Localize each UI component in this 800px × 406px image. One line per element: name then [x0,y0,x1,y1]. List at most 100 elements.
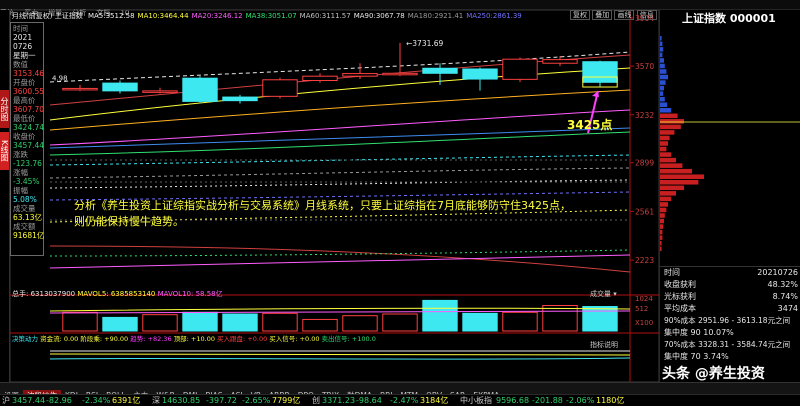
chip-bar [660,113,678,119]
top-menu-bar: 系统 买卖 增量 分析 文档 10 [0,0,800,17]
indicator-line [49,353,631,356]
chip-bar [660,96,665,102]
chip-bar [660,207,667,213]
rp-cursor-profit-row: 光标获利 8.74% [664,292,798,301]
candle-body [262,79,298,97]
tab-intraday[interactable]: 分时图 [0,90,9,128]
volume-bar [582,306,618,332]
chip-bar [660,185,684,191]
left-tab-strip: 分时图 K线图 [0,10,10,382]
candle-body [302,75,338,82]
header-buttons: 复权 叠加 画线 信息 [570,10,657,20]
ma-line-4 [49,109,631,146]
volume-axis-tick: X100 [635,319,653,327]
volume-bar [222,313,258,332]
chip-bar [660,229,663,235]
candle-body [182,77,218,102]
status-item-10: 创 [312,396,320,405]
status-item-3: -2.34% [82,396,111,405]
main-chart[interactable]: 390435703232289925612223 ←3731.69 4.98 总… [10,10,659,382]
chip-bar [660,196,672,202]
candle-body [222,96,258,102]
volume-bar [342,315,378,332]
candle-body [142,90,178,93]
volume-value: 63.13亿 [13,213,42,222]
draw-line-button[interactable]: 画线 [614,10,635,20]
candle-body [422,67,458,74]
chip-bar [660,224,664,229]
status-item-13: -2.47% [390,396,419,405]
status-item-6: 14630.85 [162,396,201,405]
candle-body [342,73,378,77]
volume-bar [262,312,298,332]
high-label: 最高价 [13,96,36,105]
volume-bar [502,311,538,332]
rp-time-row: 时间 20210726 [664,268,798,277]
ma-line-12 [49,254,631,269]
pct-label: 涨幅 [13,168,28,177]
year-value: 2021 [13,33,33,42]
chip-bar [660,174,704,179]
candle-body [502,58,538,80]
info-button[interactable]: 信息 [636,10,657,20]
close-label: 收盘价 [13,132,36,141]
chip-bar [660,41,663,47]
status-item-18: -2.06% [566,396,595,405]
ma-label-1: MA10:3464.44 [137,12,189,20]
chip-bar [660,130,675,135]
ma-label-0: MA5:3512.58 [87,12,135,20]
candle-body [462,68,498,80]
ma-line-1 [49,51,631,83]
chip-bar [660,36,662,41]
commentary-line-1: 分析《养生投资上证综指实战分析与交易系统》月线系统，只要上证综指在7月底能够防守… [74,199,571,212]
candle-body [382,72,418,76]
ma-label-2: MA20:3246.12 [191,12,243,20]
period-label[interactable]: 月线(前复权) [12,12,52,20]
status-item-8: -2.65% [242,396,271,405]
status-item-17: -201.88 [532,396,563,405]
volume-bar [422,299,458,332]
price-tick: 2899 [635,159,654,168]
overlay-button[interactable]: 叠加 [592,10,613,20]
chip-bar [660,52,663,58]
fuquan-button[interactable]: 复权 [570,10,590,20]
status-item-4: 6391亿 [112,396,141,405]
chip-bar [660,85,664,91]
low-label: 最低价 [13,114,36,123]
chip-bar [660,152,672,157]
chip-bar [660,235,663,240]
chip-histogram [660,36,800,251]
price-tick: 2223 [635,256,654,265]
chip-bar [660,74,668,80]
index-label: 上证指数 [54,12,83,20]
candle-body [62,87,98,91]
status-item-7: -397.72 [206,396,237,405]
amount-label: 成交额 [13,222,36,231]
support-point-label: 3425点 [567,118,613,132]
chip-bar [660,213,665,218]
pct-value: -3.45% [13,177,40,186]
status-item-15: 中小板指 [460,396,492,405]
data-window: 时间 2021 0726 星期一 数值 3153.46 开盘价 3600.55 … [10,22,44,256]
volume-dropdown: 成交量 ▾ [590,289,617,298]
volume-bar [462,312,498,332]
chip-bar [660,146,667,152]
tab-kline[interactable]: K线图 [0,132,9,170]
chip-bar [660,163,683,168]
chip-bar [660,141,668,146]
ma-label-6: MA180:2921.41 [407,12,464,20]
status-item-2: -82.96 [46,396,72,405]
status-item-12: -98.64 [356,396,382,405]
rp-conc90-row: 集中度 90 10.07% [664,328,734,337]
ma-line-2 [49,67,631,121]
chip-bar [660,119,684,124]
watermark: 头条 @养生投资 [662,366,765,382]
volume-bar [142,314,178,332]
price-tick: 3570 [635,62,654,71]
chip-bar [660,180,699,185]
status-item-1: 3457.44 [12,396,46,405]
security-title: 上证指数 000001 [682,12,776,25]
price-tick: 3232 [635,111,654,120]
chip-bar [660,108,672,113]
ma-label-4: MA60:3111.57 [299,12,351,20]
